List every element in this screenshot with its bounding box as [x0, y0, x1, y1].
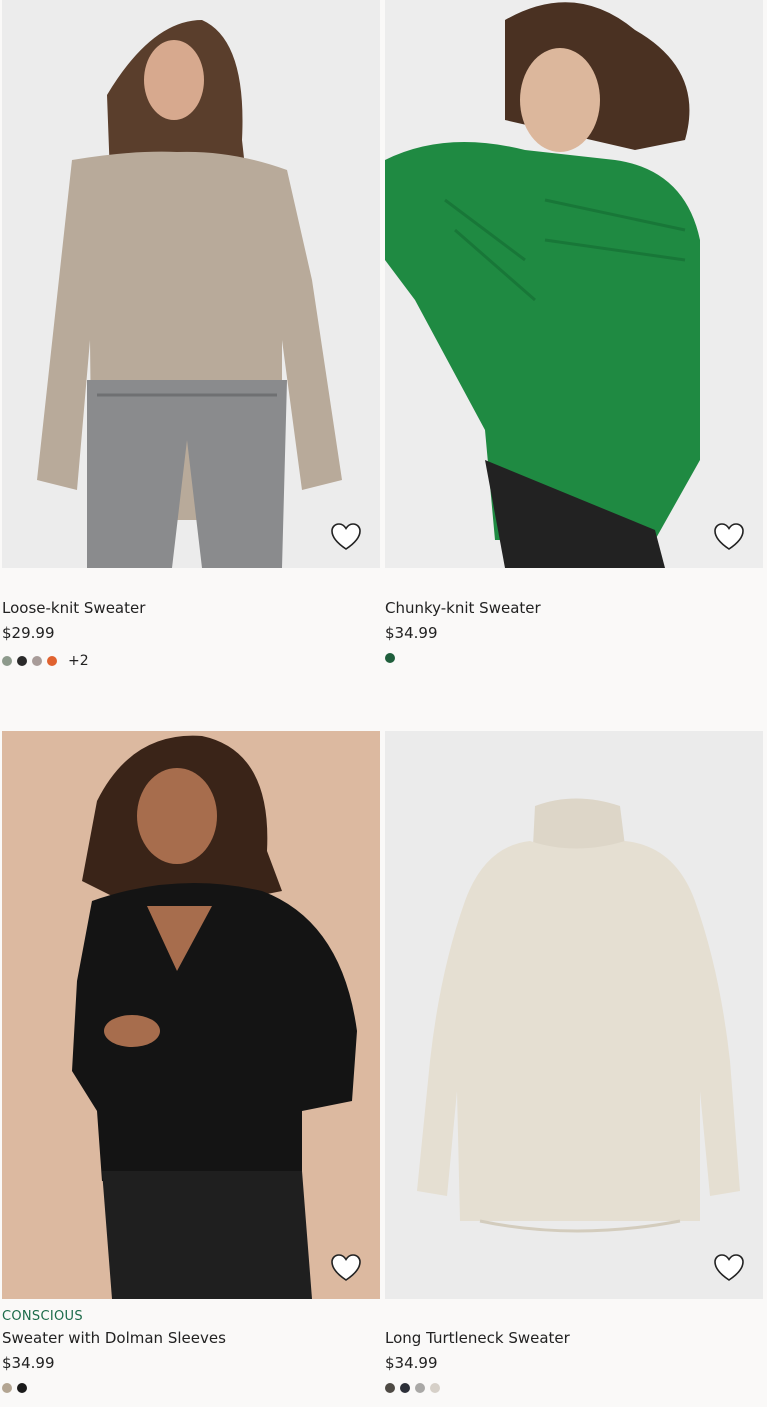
color-swatches: +2 — [2, 653, 89, 669]
product-image[interactable] — [2, 0, 380, 568]
product-title[interactable]: Long Turtleneck Sweater — [385, 1329, 570, 1347]
color-swatch[interactable] — [17, 656, 27, 666]
product-price: $34.99 — [2, 1354, 55, 1372]
color-swatch[interactable] — [415, 1383, 425, 1393]
color-swatches — [2, 1383, 27, 1393]
product-card[interactable]: Long Turtleneck Sweater $34.99 — [385, 731, 763, 1393]
color-swatch[interactable] — [385, 653, 395, 663]
product-photo — [2, 731, 380, 1299]
product-price: $34.99 — [385, 624, 438, 642]
product-photo — [385, 731, 763, 1299]
more-colors-count[interactable]: +2 — [68, 653, 89, 669]
product-title[interactable]: Sweater with Dolman Sleeves — [2, 1329, 226, 1347]
product-card[interactable]: Chunky-knit Sweater $34.99 — [385, 0, 763, 663]
color-swatches — [385, 1383, 440, 1393]
product-image[interactable] — [385, 0, 763, 568]
conscious-badge: CONSCIOUS — [2, 1309, 83, 1324]
product-title[interactable]: Loose-knit Sweater — [2, 599, 145, 617]
color-swatch[interactable] — [385, 1383, 395, 1393]
color-swatches — [385, 653, 395, 663]
favorite-heart-icon[interactable] — [330, 522, 362, 552]
product-price: $34.99 — [385, 1354, 438, 1372]
color-swatch[interactable] — [2, 1383, 12, 1393]
favorite-heart-icon[interactable] — [713, 1253, 745, 1283]
product-card[interactable]: Loose-knit Sweater $29.99 +2 — [2, 0, 380, 669]
color-swatch[interactable] — [400, 1383, 410, 1393]
favorite-heart-icon[interactable] — [330, 1253, 362, 1283]
product-image[interactable] — [385, 731, 763, 1299]
product-title[interactable]: Chunky-knit Sweater — [385, 599, 541, 617]
product-image[interactable] — [2, 731, 380, 1299]
color-swatch[interactable] — [17, 1383, 27, 1393]
product-card[interactable]: CONSCIOUS Sweater with Dolman Sleeves $3… — [2, 731, 380, 1393]
color-swatch[interactable] — [430, 1383, 440, 1393]
product-photo — [385, 0, 763, 568]
favorite-heart-icon[interactable] — [713, 522, 745, 552]
product-price: $29.99 — [2, 624, 55, 642]
color-swatch[interactable] — [2, 656, 12, 666]
product-photo — [2, 0, 380, 568]
color-swatch[interactable] — [47, 656, 57, 666]
color-swatch[interactable] — [32, 656, 42, 666]
